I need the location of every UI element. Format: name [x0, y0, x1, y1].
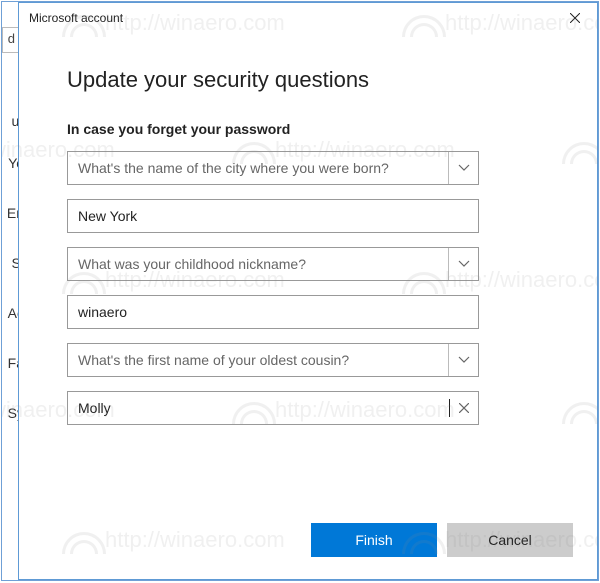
cancel-button[interactable]: Cancel: [447, 523, 573, 557]
image-frame: d ur Yo En Si Ac Fa Sy Microsoft account…: [1, 1, 599, 581]
answer-1-input[interactable]: New York: [67, 199, 479, 233]
answer-2-text: winaero: [78, 304, 468, 320]
answer-1-text: New York: [78, 208, 468, 224]
dialog-footer: Finish Cancel: [19, 523, 597, 579]
question-2-text: What was your childhood nickname?: [78, 256, 448, 272]
chevron-down-icon: [448, 152, 478, 184]
window-title: Microsoft account: [29, 11, 553, 25]
finish-button[interactable]: Finish: [311, 523, 437, 557]
question-2-select[interactable]: What was your childhood nickname?: [67, 247, 479, 281]
subheading: In case you forget your password: [67, 121, 549, 137]
chevron-down-icon: [448, 344, 478, 376]
dialog-content: Update your security questions In case y…: [19, 33, 597, 523]
question-1-text: What's the name of the city where you we…: [78, 160, 448, 176]
clear-input-button[interactable]: [450, 392, 478, 424]
question-1-select[interactable]: What's the name of the city where you we…: [67, 151, 479, 185]
answer-3-input[interactable]: Molly: [67, 391, 479, 425]
page-title: Update your security questions: [67, 67, 549, 93]
question-3-text: What's the first name of your oldest cou…: [78, 352, 448, 368]
close-button[interactable]: [553, 3, 597, 33]
close-icon: [459, 403, 469, 413]
close-icon: [570, 13, 580, 23]
chevron-down-icon: [448, 248, 478, 280]
question-3-select[interactable]: What's the first name of your oldest cou…: [67, 343, 479, 377]
answer-2-input[interactable]: winaero: [67, 295, 479, 329]
titlebar: Microsoft account: [19, 3, 597, 33]
answer-3-text: Molly: [78, 400, 448, 416]
security-questions-dialog: Microsoft account Update your security q…: [18, 2, 598, 580]
